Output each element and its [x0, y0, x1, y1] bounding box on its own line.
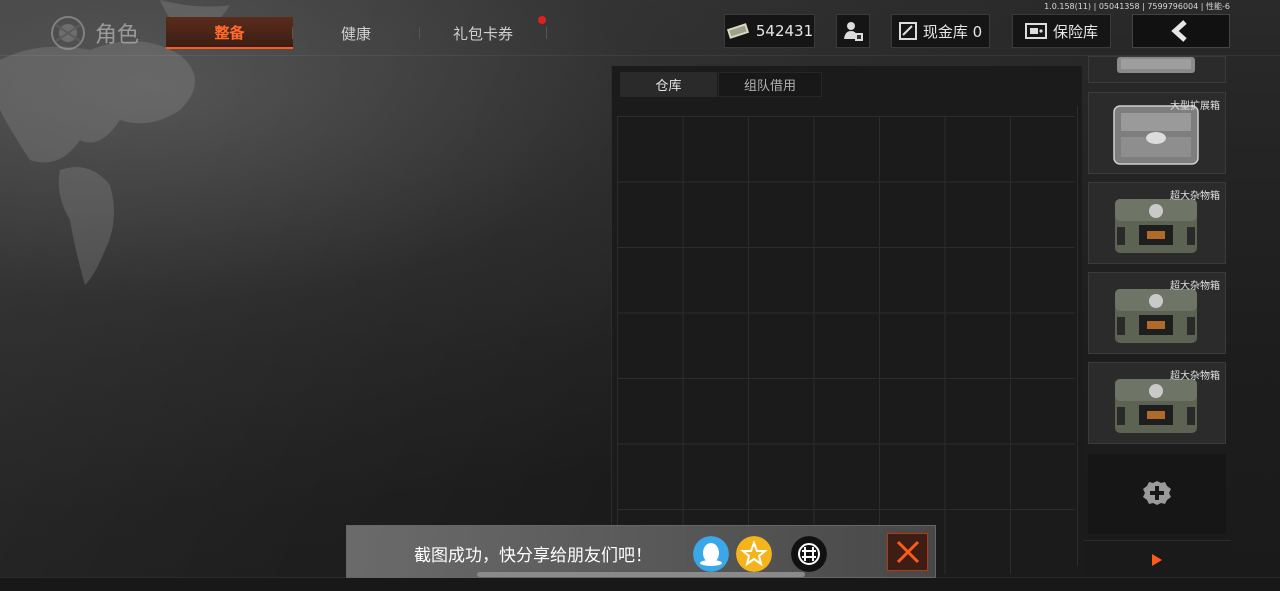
container-label: 超大杂物箱 [1170, 281, 1220, 292]
operator-button[interactable] [836, 14, 870, 48]
notification-dot [538, 16, 546, 24]
scrollbar-track[interactable] [1077, 106, 1078, 566]
back-arrow-icon [1171, 20, 1187, 42]
share-toast: 截图成功，快分享给朋友们吧！ [346, 525, 936, 578]
operator-icon [844, 22, 863, 41]
container-slot-partial[interactable] [1088, 56, 1226, 83]
qq-icon[interactable] [693, 536, 729, 572]
container-label: 超大杂物箱 [1170, 371, 1220, 382]
container-slot[interactable]: 大型扩展箱 [1088, 92, 1226, 174]
tab-health[interactable]: 健康 [293, 17, 419, 49]
chevron-right-icon [1152, 554, 1162, 566]
tab-health-label: 健康 [340, 24, 371, 43]
toast-message: 截图成功，快分享给朋友们吧！ [414, 546, 652, 566]
inventory-grid[interactable] [617, 116, 1075, 574]
safe-box-label: 保险库 [1052, 22, 1098, 41]
cash-icon [726, 23, 749, 39]
currency-amount: 542431 [755, 22, 814, 40]
currency-display[interactable]: 542431 [724, 14, 815, 48]
bottom-bar [0, 577, 1280, 591]
cash-vault-label: 现金库 0 [922, 22, 983, 41]
top-bar: 1.0.158(11) | 05041358 | 7599796004 | 性能… [0, 0, 1280, 56]
tab-equipment-label: 整备 [214, 23, 245, 42]
container-label: 大型扩展箱 [1170, 101, 1220, 112]
toast-progress-bar [477, 572, 805, 577]
cash-vault-icon [898, 22, 917, 40]
safe-box-icon [1024, 23, 1047, 39]
tab-team-borrow-label: 组队借用 [743, 79, 796, 94]
version-label: 1.0.158(11) | 05041358 | 7599796004 | 性能… [1044, 2, 1230, 11]
metal-case-icon [1117, 57, 1195, 73]
warehouse-panel: 仓库 组队借用 [611, 66, 1082, 576]
qzone-icon[interactable] [736, 536, 772, 572]
container-label: 超大杂物箱 [1170, 191, 1220, 202]
back-button[interactable] [1132, 14, 1230, 48]
tab-warehouse-label: 仓库 [655, 79, 682, 94]
expand-arrow-button[interactable] [1083, 540, 1231, 577]
container-slot[interactable]: 超大杂物箱 [1088, 182, 1226, 264]
tab-equipment[interactable]: 整备 [166, 17, 293, 49]
safe-box-button[interactable]: 保险库 [1012, 14, 1111, 48]
tab-team-borrow[interactable]: 组队借用 [718, 72, 822, 97]
page-title: 角色 [95, 23, 140, 48]
tab-gift-vouchers-label: 礼包卡券 [452, 24, 513, 43]
character-emblem-icon [51, 16, 85, 50]
container-slot[interactable]: 超大杂物箱 [1088, 272, 1226, 354]
cash-vault-button[interactable]: 现金库 0 [891, 14, 990, 48]
tab-divider [546, 27, 547, 39]
tab-gift-vouchers[interactable]: 礼包卡券 [420, 17, 546, 49]
add-gear-icon [1143, 481, 1171, 505]
tab-warehouse[interactable]: 仓库 [620, 72, 717, 97]
wechat-icon[interactable] [791, 536, 827, 572]
container-slot[interactable]: 超大杂物箱 [1088, 362, 1226, 444]
close-icon [896, 540, 920, 564]
close-toast-button[interactable] [887, 533, 928, 571]
add-container-button[interactable] [1088, 454, 1226, 534]
